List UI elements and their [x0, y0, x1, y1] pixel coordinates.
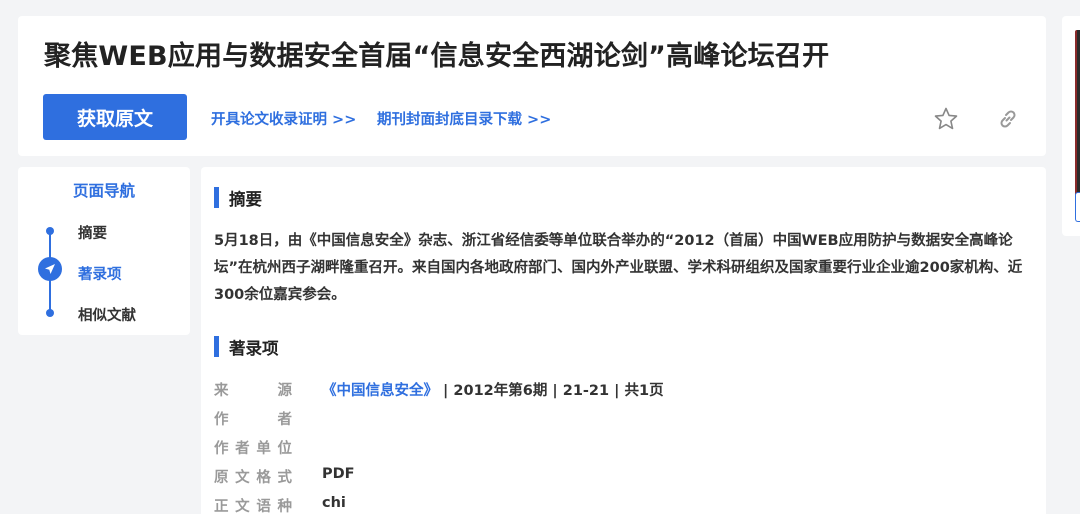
navigation-arrow-icon — [38, 257, 62, 281]
certificate-link[interactable]: 开具论文收录证明 >> — [211, 108, 356, 129]
link-icon[interactable] — [993, 104, 1023, 134]
nav-dot — [46, 227, 54, 235]
nav-item-record[interactable]: 著录项 — [78, 263, 122, 284]
page-navigation: 页面导航 摘要 著录项 相似文献 — [18, 167, 190, 335]
nav-dot — [46, 309, 54, 317]
article-content: 摘要 5月18日，由《中国信息安全》杂志、浙江省经信委等单位联合举办的“2012… — [201, 167, 1046, 514]
record-label: 原文格式 — [214, 470, 292, 486]
cover-panel-button[interactable] — [1075, 192, 1080, 222]
record-heading: 著录项 — [214, 335, 279, 359]
record-value: chi — [322, 495, 346, 511]
star-icon[interactable] — [931, 104, 961, 134]
record-label: 作者单位 — [214, 441, 292, 457]
journal-cover-panel — [1062, 16, 1080, 236]
article-header: 聚焦WEB应用与数据安全首届“信息安全西湖论剑”高峰论坛召开 获取原文 开具论文… — [18, 16, 1046, 156]
page-navigation-title: 页面导航 — [72, 182, 135, 200]
record-label: 作者 — [214, 412, 292, 428]
journal-cover-image[interactable] — [1075, 30, 1080, 196]
journal-link[interactable]: 《中国信息安全》 — [322, 383, 438, 399]
record-value: PDF — [322, 466, 355, 482]
article-title: 聚焦WEB应用与数据安全首届“信息安全西湖论剑”高峰论坛召开 — [44, 41, 830, 72]
get-fulltext-button[interactable]: 获取原文 — [43, 94, 187, 140]
record-label: 正文语种 — [214, 499, 292, 514]
nav-item-abstract[interactable]: 摘要 — [78, 222, 107, 243]
cover-download-link[interactable]: 期刊封面封底目录下载 >> — [377, 108, 551, 129]
abstract-heading: 摘要 — [214, 186, 262, 210]
record-label: 来源 — [214, 383, 292, 399]
nav-item-similar[interactable]: 相似文献 — [78, 304, 136, 325]
record-value: 《中国信息安全》 | 2012年第6期 | 21-21 | 共1页 — [322, 383, 664, 399]
abstract-text: 5月18日，由《中国信息安全》杂志、浙江省经信委等单位联合举办的“2012（首届… — [214, 233, 1023, 303]
